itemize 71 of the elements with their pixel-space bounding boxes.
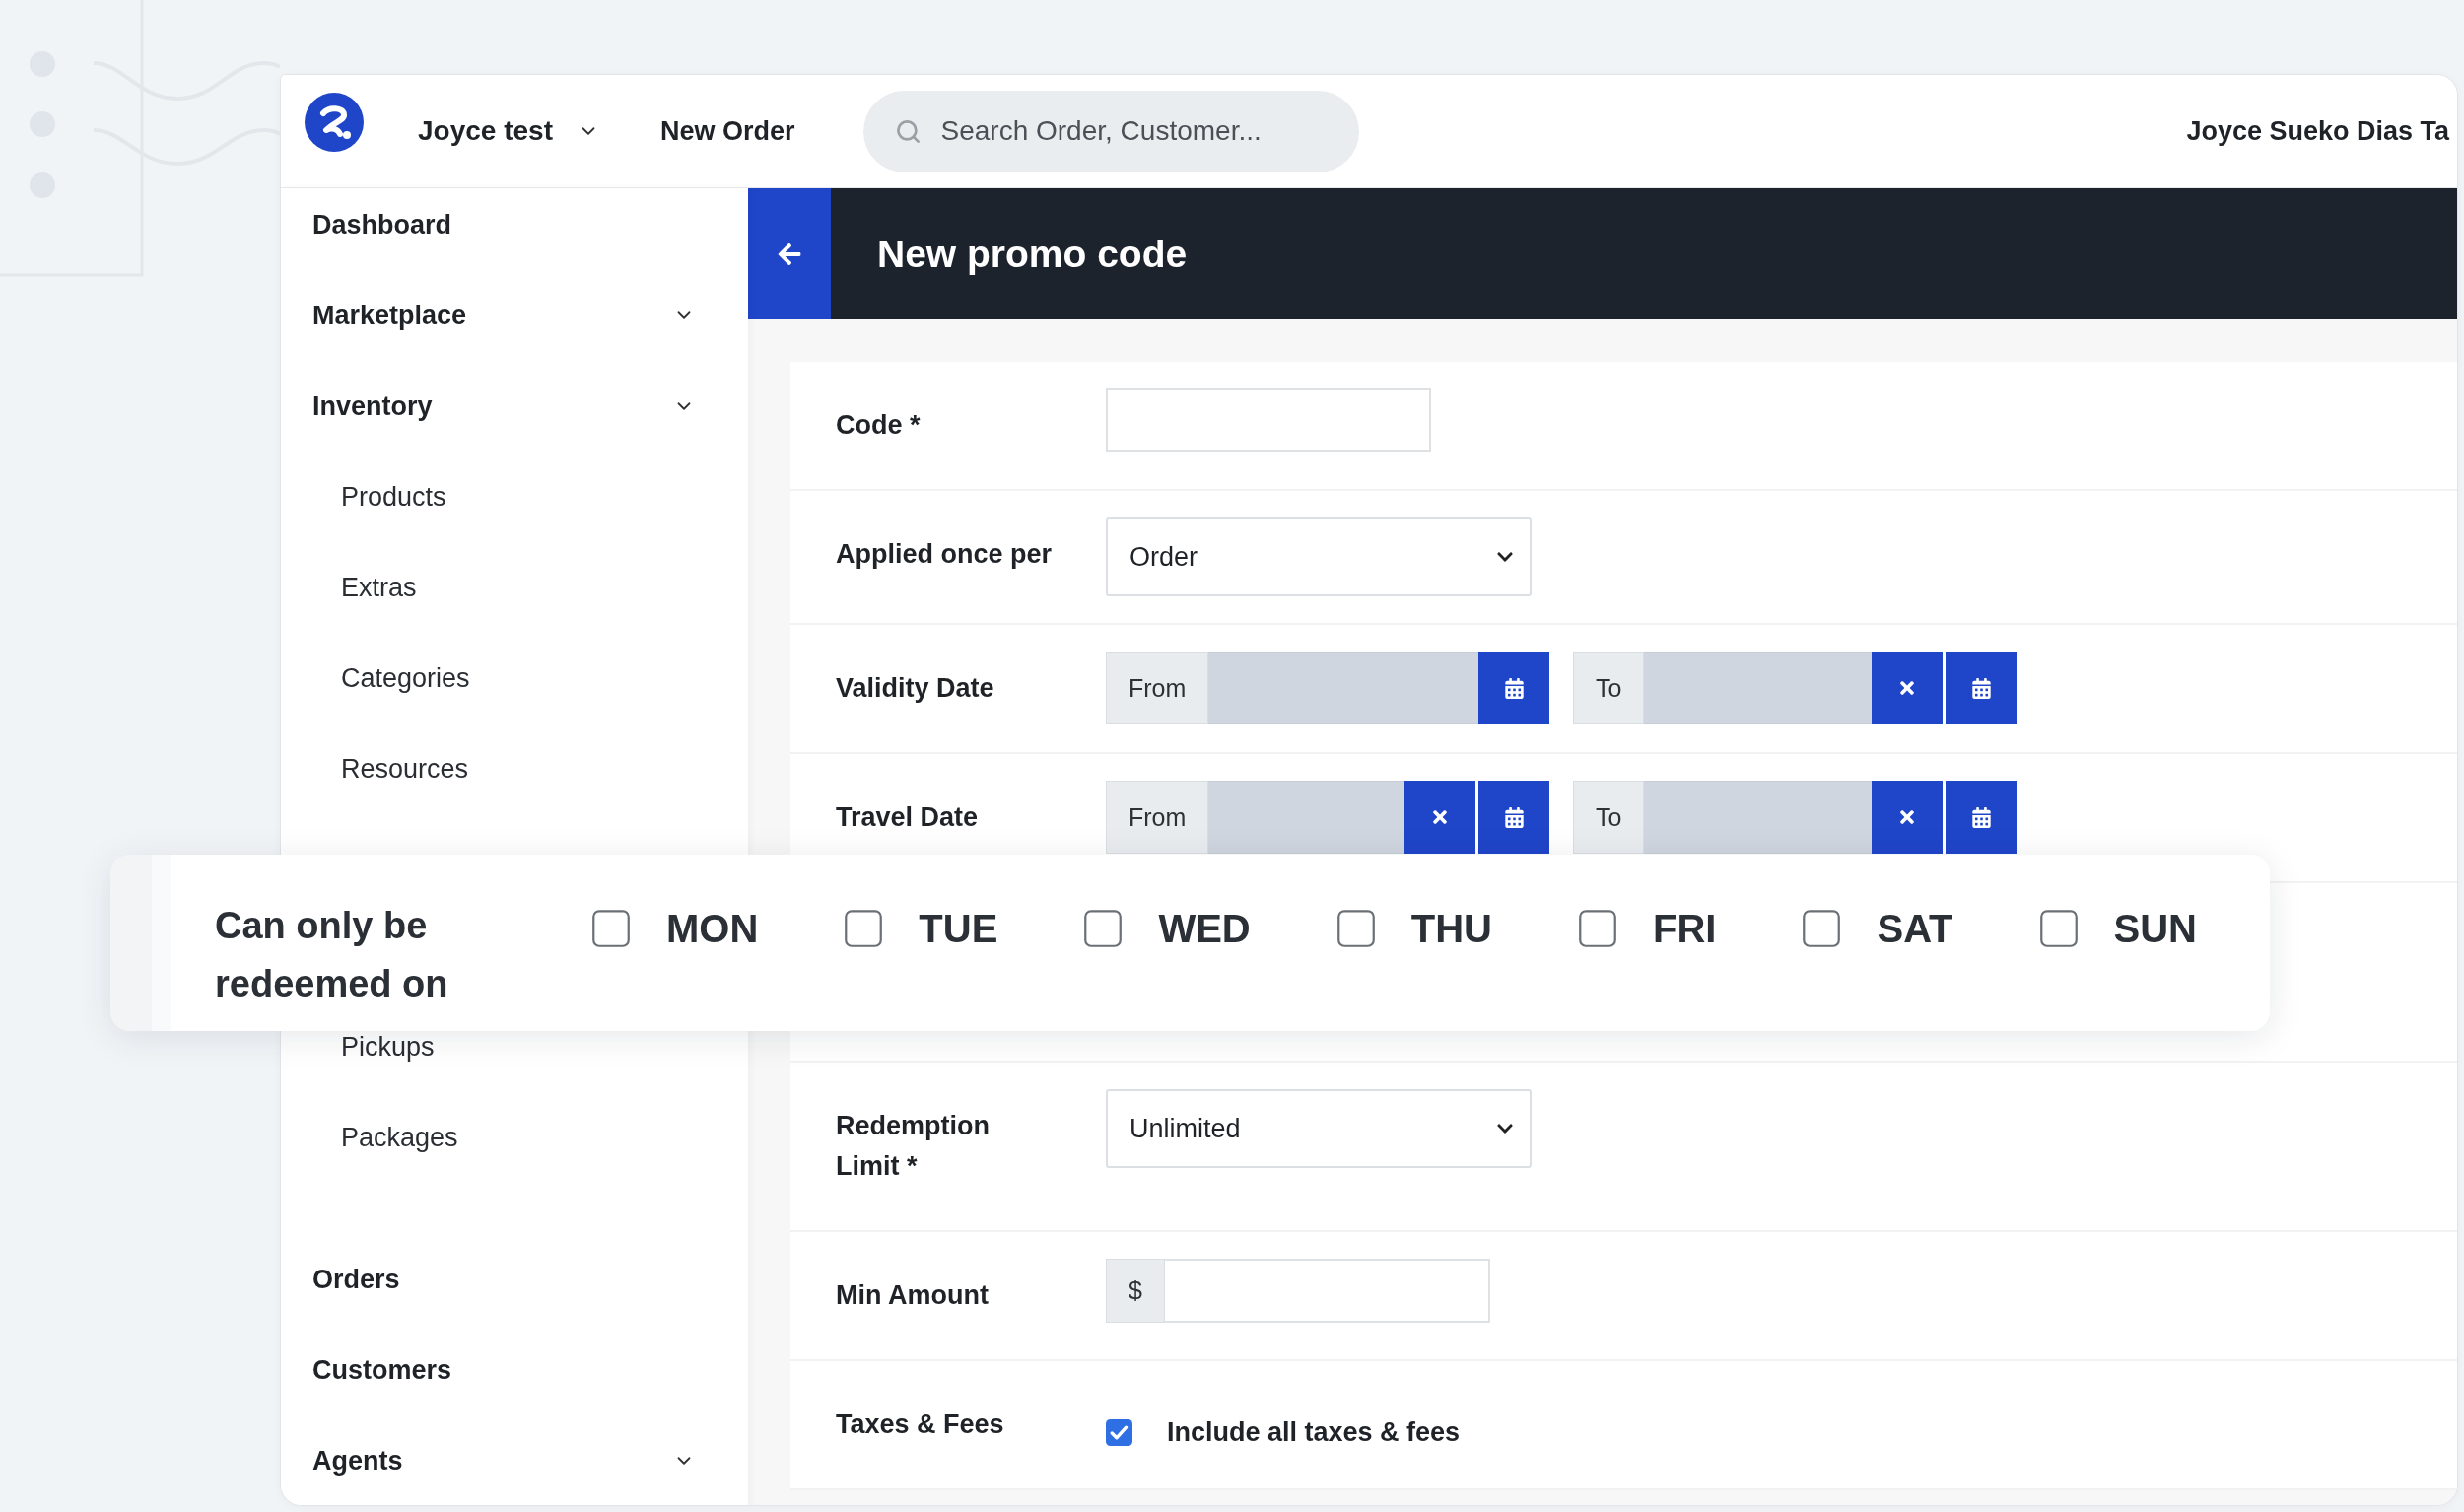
day-label: THU: [1410, 906, 1492, 951]
sidebar-subitem[interactable]: Pickups: [341, 1027, 435, 1066]
calendar-icon: [1503, 677, 1525, 699]
sidebar-item[interactable]: Dashboard: [312, 205, 452, 244]
sidebar-item[interactable]: Agents: [312, 1441, 695, 1480]
date-prefix: To: [1573, 781, 1645, 854]
checkbox[interactable]: [845, 910, 883, 947]
logo-icon[interactable]: [305, 93, 364, 152]
date-prefix: From: [1106, 781, 1209, 854]
select-field[interactable]: Unlimited: [1106, 1089, 1532, 1168]
redeem-days-label: Can only be redeemed on: [215, 904, 449, 1006]
sidebar-subitem[interactable]: Categories: [341, 658, 470, 698]
calendar-button[interactable]: [1478, 781, 1549, 854]
field-label: Applied once per: [836, 538, 1054, 571]
sidebar-item[interactable]: Customers: [312, 1350, 452, 1390]
close-icon: [1897, 807, 1917, 827]
checkbox[interactable]: [1106, 1418, 1132, 1446]
field-label: Validity Date: [836, 672, 995, 705]
date-input[interactable]: [1644, 652, 1872, 724]
date-input[interactable]: [1208, 781, 1404, 854]
new-order-link[interactable]: New Order: [659, 115, 795, 147]
currency-prefix: $: [1106, 1259, 1165, 1323]
user-name[interactable]: Joyce Sueko Dias Ta: [2186, 115, 2449, 147]
sidebar-subitem[interactable]: Extras: [341, 568, 417, 607]
sidebar-subitem[interactable]: Products: [341, 477, 446, 516]
field-label: Code *: [836, 409, 922, 442]
day-label: MON: [666, 906, 759, 951]
field-label: Redemption Limit *: [836, 1110, 991, 1183]
search-icon: [894, 117, 922, 145]
checkbox[interactable]: [1579, 910, 1616, 947]
field-label: Taxes & Fees: [836, 1409, 1005, 1441]
checkbox-label: Include all taxes & fees: [1167, 1416, 1461, 1448]
search-field[interactable]: Search Order, Customer...: [862, 90, 1359, 172]
day-label: TUE: [919, 906, 998, 951]
calendar-icon: [1970, 677, 1992, 699]
calendar-icon: [1970, 806, 1992, 828]
checkbox[interactable]: [1803, 910, 1841, 947]
day-label: SUN: [2113, 906, 2197, 951]
close-icon: [1430, 807, 1450, 827]
date-input[interactable]: [1208, 652, 1478, 724]
calendar-icon: [1503, 806, 1525, 828]
checkbox[interactable]: [2039, 910, 2078, 947]
page-title: New promo code: [877, 232, 1188, 276]
clear-button[interactable]: [1404, 781, 1475, 854]
field-label: Travel Date: [836, 801, 980, 834]
checkbox[interactable]: [592, 910, 630, 947]
day-label: SAT: [1877, 906, 1953, 951]
workspace-dropdown[interactable]: Joyce test: [418, 115, 599, 147]
select-field[interactable]: Order: [1106, 517, 1532, 596]
text-input[interactable]: [1106, 388, 1431, 452]
calendar-button[interactable]: [1478, 652, 1549, 724]
calendar-button[interactable]: [1946, 652, 2017, 724]
close-icon: [1897, 678, 1917, 698]
date-prefix: To: [1573, 652, 1645, 724]
sidebar-item[interactable]: Marketplace: [312, 296, 695, 335]
sidebar-item[interactable]: Orders: [312, 1260, 400, 1299]
field-label: Min Amount: [836, 1279, 990, 1312]
day-label: FRI: [1653, 906, 1717, 951]
amount-input[interactable]: [1164, 1259, 1490, 1323]
date-input[interactable]: [1644, 781, 1872, 854]
sidebar-subitem[interactable]: Packages: [341, 1118, 458, 1157]
sidebar-item[interactable]: Inventory: [312, 386, 695, 426]
clear-button[interactable]: [1872, 652, 1943, 724]
clear-button[interactable]: [1872, 781, 1943, 854]
calendar-button[interactable]: [1946, 781, 2017, 854]
checkbox[interactable]: [1084, 910, 1123, 947]
day-label: WED: [1158, 906, 1251, 951]
sidebar-subitem[interactable]: Resources: [341, 749, 469, 789]
arrow-left-icon: [777, 241, 802, 267]
date-prefix: From: [1106, 652, 1209, 724]
checkbox[interactable]: [1336, 910, 1375, 947]
